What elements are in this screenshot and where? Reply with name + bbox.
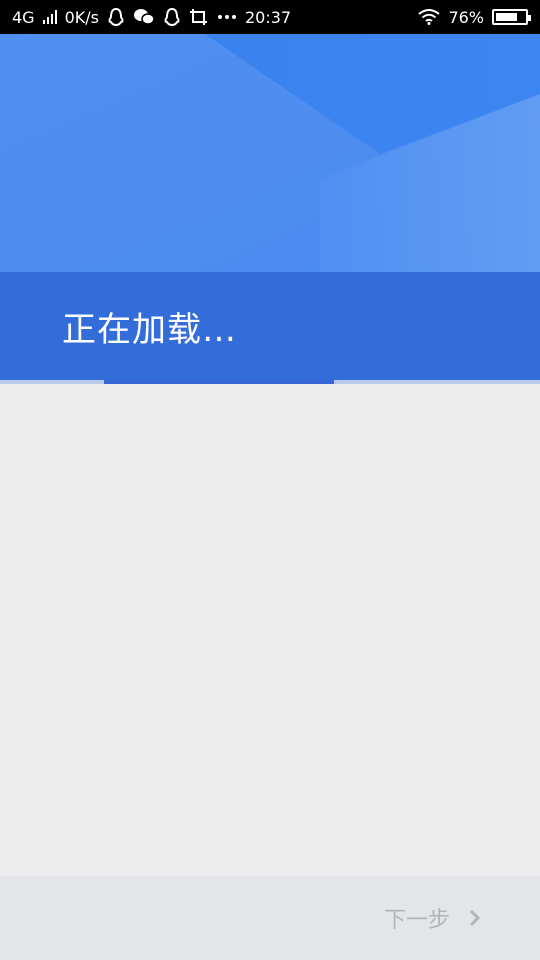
wechat-icon xyxy=(133,9,155,25)
clock: 20:37 xyxy=(244,7,292,27)
content-area xyxy=(0,384,540,876)
signal-icon xyxy=(42,10,57,24)
status-left: 4G 0K/s 20:37 xyxy=(12,7,291,27)
qq-icon xyxy=(164,7,180,27)
battery-icon xyxy=(492,9,531,25)
battery-level xyxy=(496,13,518,21)
bottom-bar: 下一步 xyxy=(0,876,540,960)
status-bar: 4G 0K/s 20:37 76% xyxy=(0,0,540,34)
screenshot-icon xyxy=(189,9,207,25)
loading-banner: 正在加载… xyxy=(0,272,540,380)
qq-icon xyxy=(108,7,124,27)
network-speed: 0K/s xyxy=(64,7,99,27)
status-right: 76% xyxy=(418,7,531,27)
next-step-button[interactable]: 下一步 xyxy=(384,902,482,934)
battery-percent: 76% xyxy=(448,7,484,27)
wifi-icon xyxy=(418,9,441,25)
header-banner xyxy=(0,34,540,272)
more-icon xyxy=(217,15,236,19)
network-type: 4G xyxy=(12,7,35,27)
chevron-right-icon xyxy=(469,909,481,927)
banner-background xyxy=(0,34,540,272)
loading-text: 正在加载… xyxy=(62,310,237,350)
next-step-label: 下一步 xyxy=(383,908,450,933)
